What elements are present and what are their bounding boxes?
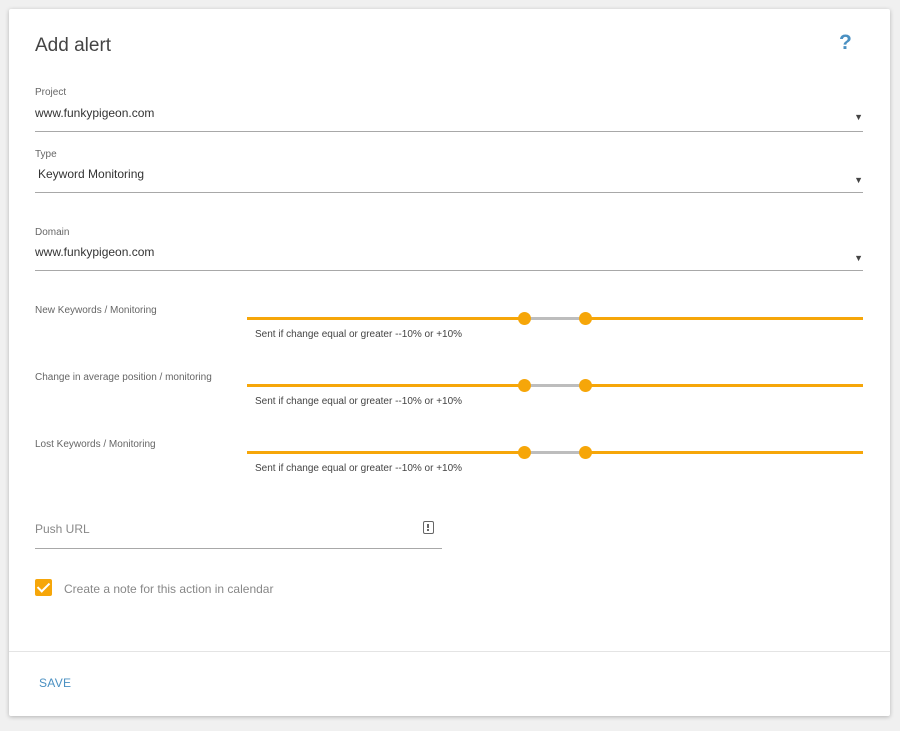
dialog-title: Add alert (35, 35, 112, 56)
domain-select[interactable]: Domain www.funkypigeon.com ▼ (35, 227, 863, 272)
save-button[interactable]: SAVE (39, 676, 71, 690)
avg-position-label: Change in average position / monitoring (35, 372, 212, 383)
slider-thumb-low[interactable] (517, 312, 531, 325)
new-keywords-label: New Keywords / Monitoring (35, 305, 157, 316)
slider-track-left (247, 317, 525, 320)
push-alert-icon (423, 521, 434, 534)
slider-track-mid (524, 451, 586, 454)
slider-track-right (585, 451, 863, 454)
slider-thumb-low[interactable] (517, 446, 531, 459)
new-keywords-slider[interactable] (247, 309, 863, 329)
domain-underline (35, 270, 863, 271)
chevron-down-icon[interactable]: ▼ (854, 112, 863, 122)
slider-thumb-high[interactable] (579, 379, 593, 392)
push-url-input[interactable] (35, 522, 405, 536)
slider-track-mid (524, 384, 586, 387)
push-url-field (35, 519, 442, 549)
project-select[interactable]: Project www.funkypigeon.com ▼ (35, 87, 863, 132)
calendar-note-checkbox[interactable] (35, 579, 52, 596)
slider-track-right (585, 317, 863, 320)
type-select[interactable]: Type Keyword Monitoring ▼ (35, 149, 863, 194)
slider-thumb-high[interactable] (579, 312, 593, 325)
new-keywords-caption: Sent if change equal or greater --10% or… (255, 329, 463, 340)
footer-divider (9, 651, 890, 652)
slider-track-mid (524, 317, 586, 320)
type-value: Keyword Monitoring (38, 167, 145, 181)
push-url-underline (35, 548, 442, 549)
type-underline (35, 192, 863, 193)
domain-value: www.funkypigeon.com (35, 245, 155, 259)
type-label: Type (35, 149, 57, 160)
slider-thumb-high[interactable] (579, 446, 593, 459)
calendar-note-label[interactable]: Create a note for this action in calenda… (64, 582, 273, 596)
project-value: www.funkypigeon.com (35, 106, 155, 120)
chevron-down-icon[interactable]: ▼ (854, 175, 863, 185)
add-alert-dialog: Add alert ? Project www.funkypigeon.com … (9, 9, 890, 716)
help-icon[interactable]: ? (839, 31, 852, 55)
domain-label: Domain (35, 227, 70, 238)
avg-position-caption: Sent if change equal or greater --10% or… (255, 396, 463, 407)
project-label: Project (35, 87, 67, 98)
slider-track-left (247, 451, 525, 454)
avg-position-slider[interactable] (247, 376, 863, 396)
lost-keywords-label: Lost Keywords / Monitoring (35, 439, 156, 450)
slider-track-left (247, 384, 525, 387)
project-underline (35, 131, 863, 132)
lost-keywords-slider[interactable] (247, 443, 863, 463)
chevron-down-icon[interactable]: ▼ (854, 253, 863, 263)
slider-thumb-low[interactable] (517, 379, 531, 392)
slider-track-right (585, 384, 863, 387)
lost-keywords-caption: Sent if change equal or greater --10% or… (255, 463, 463, 474)
